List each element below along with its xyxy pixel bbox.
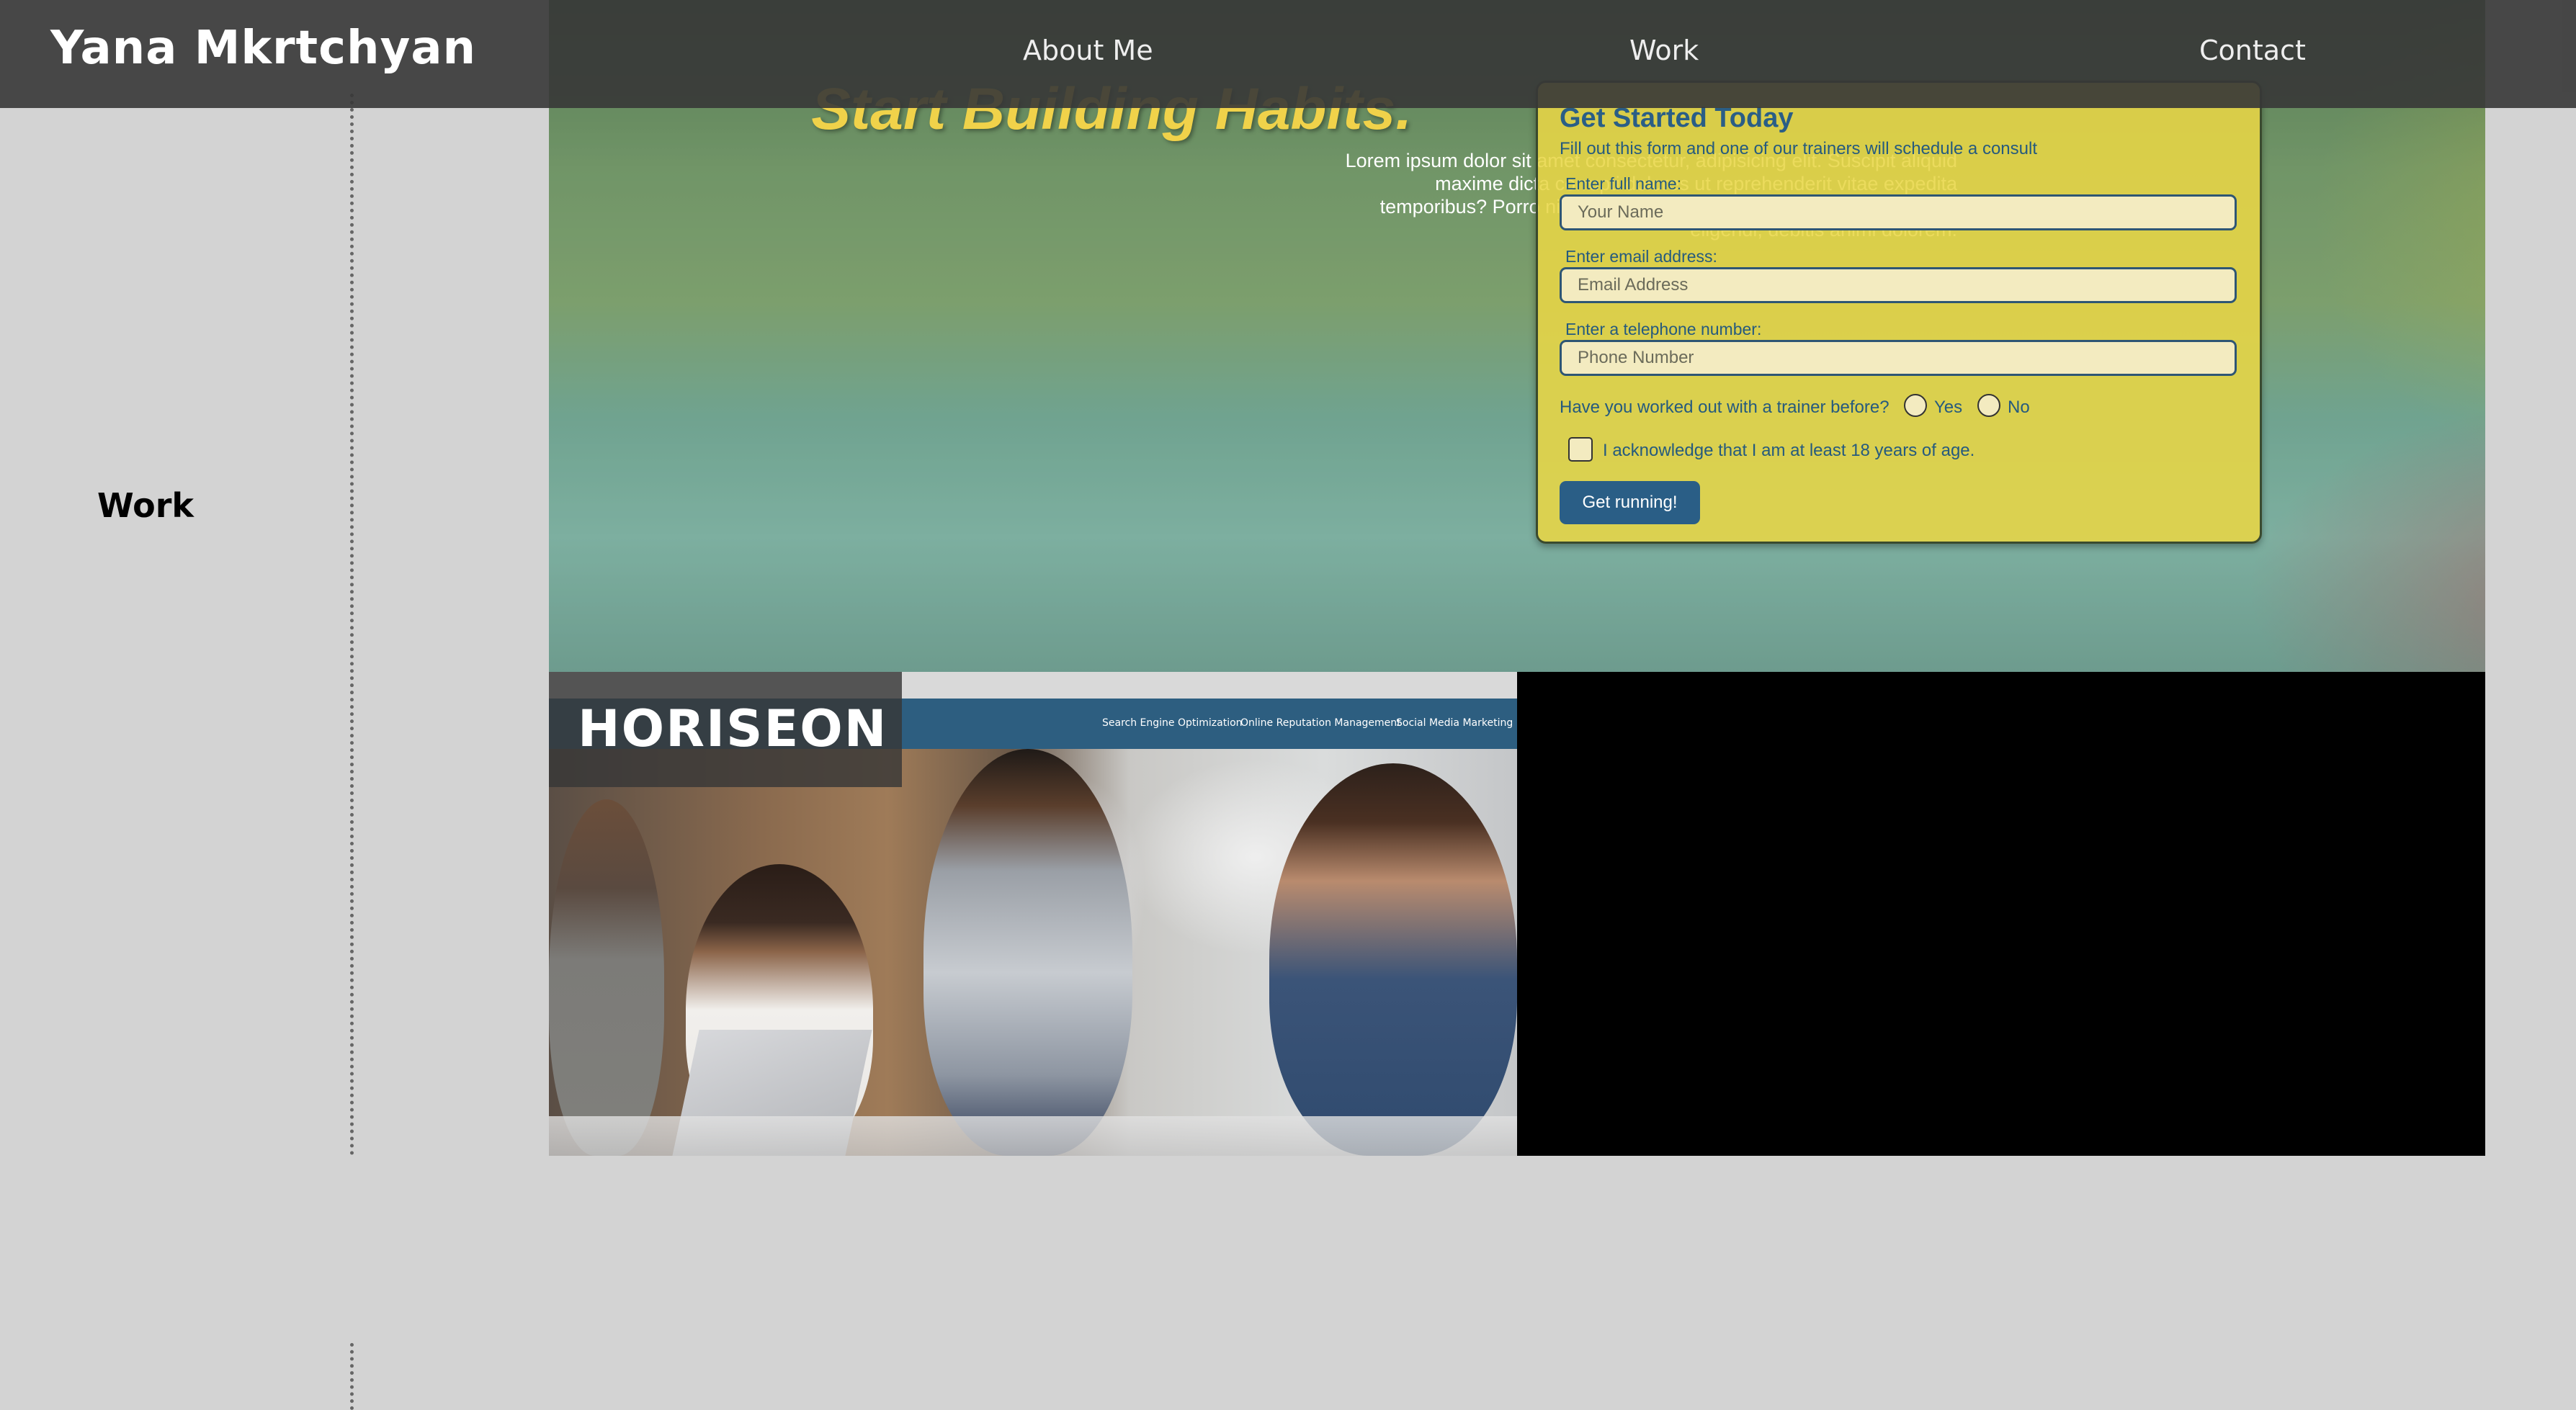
full-name-label: Enter full name: [1565,174,1682,193]
full-name-input[interactable] [1560,194,2237,230]
horiseon-title-overlay: HORISEON [549,672,902,787]
signup-form: Get Started Today Fill out this form and… [1536,81,2262,544]
horiseon-logo-text: HORISEON [578,699,888,758]
work-section-title: Work [97,486,194,525]
phone-input[interactable] [1560,340,2237,376]
get-running-button[interactable]: Get running! [1560,481,1700,524]
section-divider-top [350,94,354,1156]
trainer-no-label: No [2008,398,2030,417]
trainer-question-label: Have you worked out with a trainer befor… [1560,398,1889,417]
horiseon-nav-link-social[interactable]: Social Media Marketing [1396,717,1513,729]
nav-link-about-me[interactable]: About Me [1023,35,1153,66]
nav-link-contact[interactable]: Contact [2199,35,2306,66]
horiseon-nav-link-reputation[interactable]: Online Reputation Management [1240,717,1401,729]
horiseon-nav-link-seo[interactable]: Search Engine Optimization [1102,717,1243,729]
brand-name-link[interactable]: Yana Mkrtchyan [50,22,476,75]
photo-person [923,749,1132,1156]
email-label: Enter email address: [1565,247,1717,266]
nav-link-work[interactable]: Work [1629,35,1699,66]
top-navbar: Yana Mkrtchyan About Me Work Contact [0,0,2576,108]
email-input[interactable] [1560,267,2237,303]
photo-table [549,1116,1517,1156]
trainer-yes-radio[interactable] [1904,394,1927,417]
photo-person [1269,763,1517,1156]
horiseon-hero-photo [549,749,1517,1156]
phone-label: Enter a telephone number: [1565,320,1762,338]
section-divider-bottom [350,1343,354,1410]
age-ack-label: I acknowledge that I am at least 18 year… [1603,441,1975,460]
trainer-yes-label: Yes [1934,398,1963,417]
form-subtitle: Fill out this form and one of our traine… [1560,139,2037,158]
photo-person [549,799,664,1156]
age-ack-checkbox[interactable] [1568,437,1593,462]
trainer-no-radio[interactable] [1977,394,2000,417]
project-card-horiseon[interactable]: Search Engine Optimization Online Reputa… [549,672,1517,1156]
project-card-placeholder[interactable] [1517,672,2485,1156]
